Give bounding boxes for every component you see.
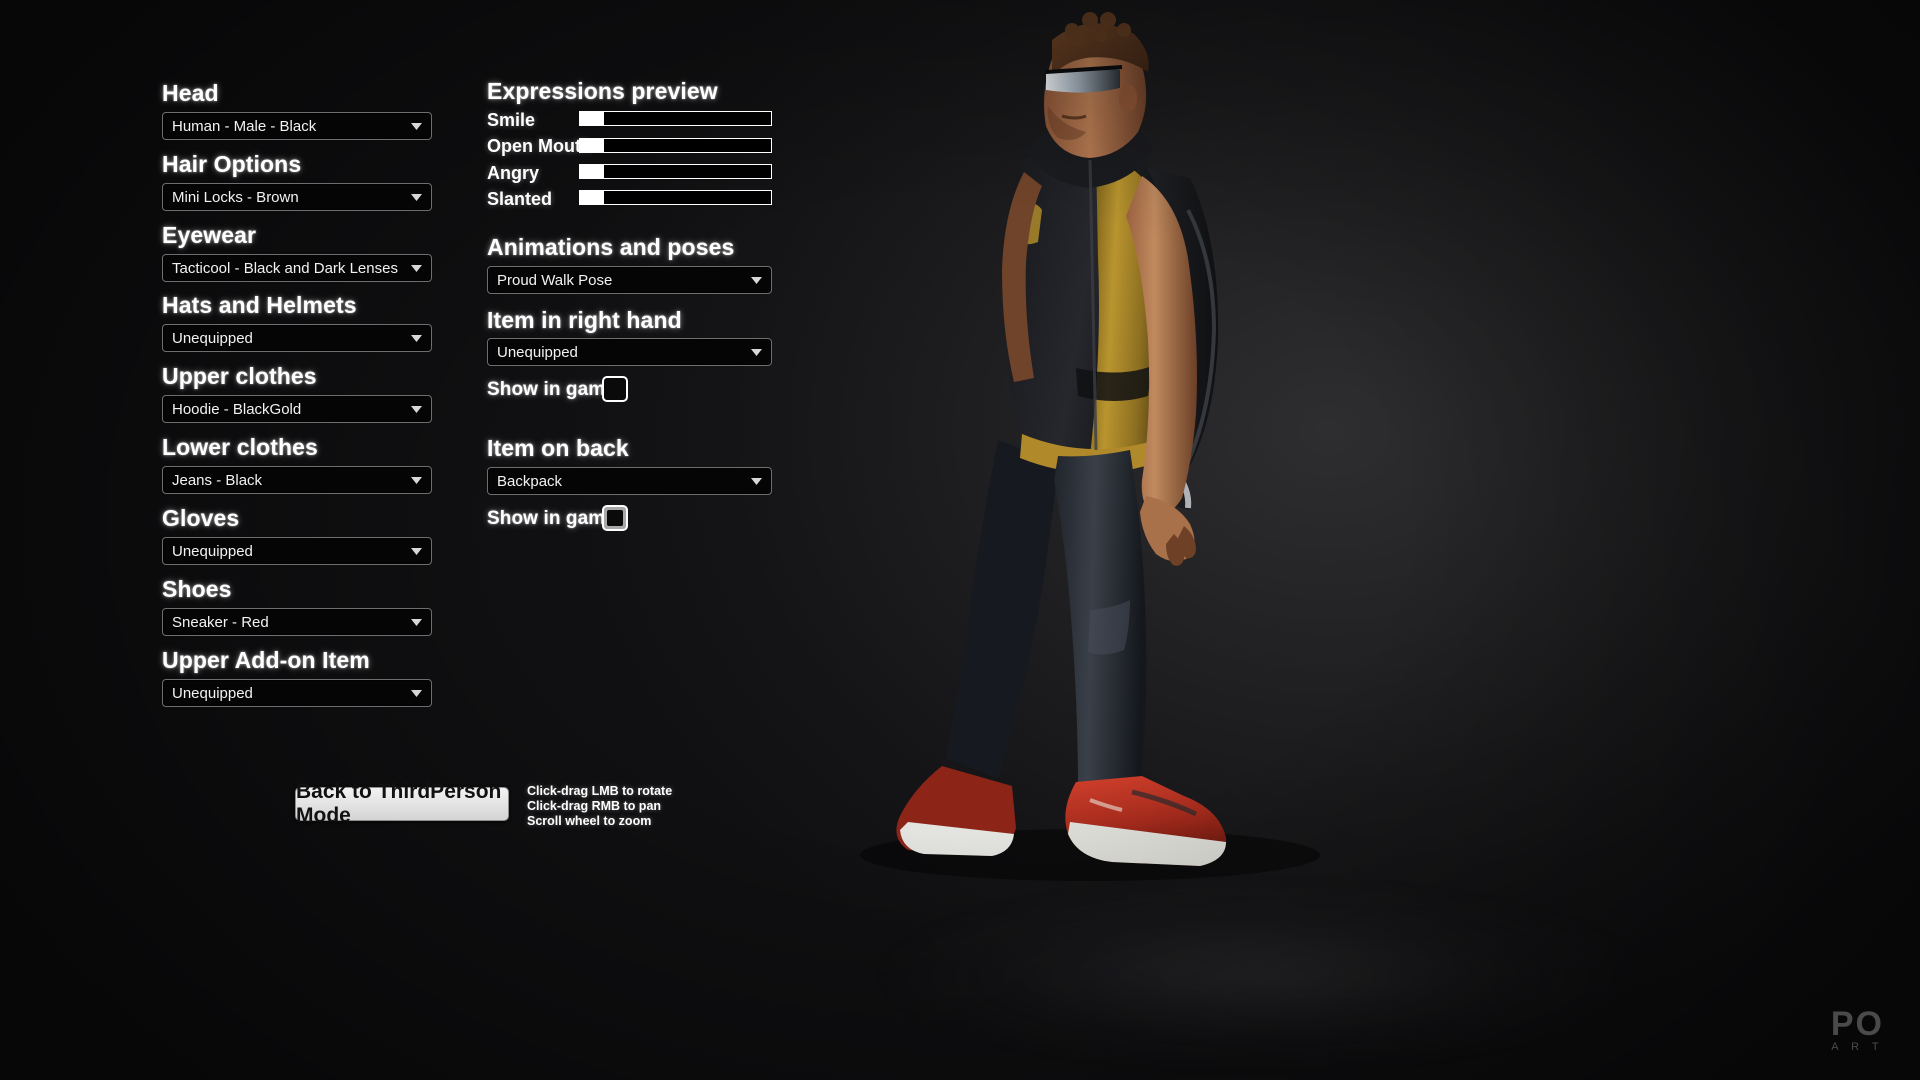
dropdown-eyewear-value: Tacticool - Black and Dark Lenses <box>172 259 398 277</box>
viewport-controls-hint: Click-drag LMB to rotate Click-drag RMB … <box>527 784 672 829</box>
label-hair-options: Hair Options <box>162 151 302 177</box>
chevron-down-icon <box>405 193 427 201</box>
hint-line-rotate: Click-drag LMB to rotate <box>527 784 673 798</box>
label-show-in-game-right-hand: Show in game <box>487 379 616 400</box>
chevron-down-icon <box>405 405 427 413</box>
chevron-down-icon <box>405 122 427 130</box>
label-expressions-preview: Expressions preview <box>487 78 718 104</box>
label-gloves: Gloves <box>162 505 240 531</box>
label-shoes: Shoes <box>162 576 232 602</box>
dropdown-upper-clothes[interactable]: Hoodie - BlackGold <box>162 395 432 423</box>
dropdown-gloves-value: Unequipped <box>172 542 253 560</box>
slider-open-mouth[interactable] <box>579 138 772 153</box>
dropdown-upper-add-on-item-value: Unequipped <box>172 684 253 702</box>
checkbox-inner <box>607 381 623 397</box>
slider-label-angry: Angry <box>487 163 540 183</box>
dropdown-upper-add-on-item[interactable]: Unequipped <box>162 679 432 707</box>
slider-slanted-handle[interactable] <box>580 191 604 204</box>
chevron-down-icon <box>745 477 767 485</box>
character-model <box>860 12 1320 881</box>
watermark: PO A R T <box>1830 1005 1884 1054</box>
dropdown-hats-and-helmets-value: Unequipped <box>172 329 253 347</box>
dropdown-head-value: Human - Male - Black <box>172 117 317 135</box>
chevron-down-icon <box>745 276 767 284</box>
slider-angry-handle[interactable] <box>580 165 604 178</box>
hint-line-zoom: Scroll wheel to zoom <box>527 814 652 828</box>
slider-angry[interactable] <box>579 164 772 179</box>
checkbox-show-in-game-right-hand[interactable] <box>602 376 628 402</box>
slider-smile[interactable] <box>579 111 772 126</box>
label-upper-add-on-item: Upper Add-on Item <box>162 647 370 673</box>
checkbox-show-in-game-back[interactable] <box>602 505 628 531</box>
dropdown-hats-and-helmets[interactable]: Unequipped <box>162 324 432 352</box>
checkbox-inner <box>607 510 623 526</box>
watermark-main: PO <box>1830 1005 1884 1043</box>
chevron-down-icon <box>405 689 427 697</box>
dropdown-animations-and-poses[interactable]: Proud Walk Pose <box>487 266 772 294</box>
label-lower-clothes: Lower clothes <box>162 434 318 460</box>
slider-label-open-mouth: Open Mouth <box>487 136 592 156</box>
label-animations-and-poses: Animations and poses <box>487 234 735 260</box>
dropdown-item-in-right-hand-value: Unequipped <box>497 343 578 361</box>
dropdown-eyewear[interactable]: Tacticool - Black and Dark Lenses <box>162 254 432 282</box>
dropdown-hair-options[interactable]: Mini Locks - Brown <box>162 183 432 211</box>
dropdown-hair-options-value: Mini Locks - Brown <box>172 188 299 206</box>
label-hats-and-helmets: Hats and Helmets <box>162 292 357 318</box>
chevron-down-icon <box>405 618 427 626</box>
dropdown-upper-clothes-value: Hoodie - BlackGold <box>172 400 302 418</box>
label-item-in-right-hand: Item in right hand <box>487 307 682 333</box>
slider-label-smile: Smile <box>487 110 536 130</box>
dropdown-shoes-value: Sneaker - Red <box>172 613 269 631</box>
chevron-down-icon <box>405 334 427 342</box>
dropdown-gloves[interactable]: Unequipped <box>162 537 432 565</box>
label-upper-clothes: Upper clothes <box>162 363 317 389</box>
chevron-down-icon <box>405 264 427 272</box>
chevron-down-icon <box>745 348 767 356</box>
dropdown-lower-clothes[interactable]: Jeans - Black <box>162 466 432 494</box>
chevron-down-icon <box>405 476 427 484</box>
label-eyewear: Eyewear <box>162 222 257 248</box>
slider-open-mouth-handle[interactable] <box>580 139 604 152</box>
label-head: Head <box>162 80 219 106</box>
back-to-thirdperson-mode-button[interactable]: Back to ThirdPerson Mode <box>295 780 509 827</box>
label-item-on-back: Item on back <box>487 435 629 461</box>
dropdown-head[interactable]: Human - Male - Black <box>162 112 432 140</box>
character-customization-screen: Head Human - Male - Black Hair Options M… <box>0 0 1920 1080</box>
watermark-sub: A R T <box>1831 1041 1884 1053</box>
slider-label-slanted: Slanted <box>487 189 553 209</box>
slider-slanted[interactable] <box>579 190 772 205</box>
dropdown-item-in-right-hand[interactable]: Unequipped <box>487 338 772 366</box>
dropdown-shoes[interactable]: Sneaker - Red <box>162 608 432 636</box>
dropdown-item-on-back-value: Backpack <box>497 472 563 490</box>
dropdown-animations-and-poses-value: Proud Walk Pose <box>497 271 613 289</box>
label-show-in-game-back: Show in game <box>487 508 616 529</box>
chevron-down-icon <box>405 547 427 555</box>
dropdown-lower-clothes-value: Jeans - Black <box>172 471 263 489</box>
slider-smile-handle[interactable] <box>580 112 604 125</box>
dropdown-item-on-back[interactable]: Backpack <box>487 467 772 495</box>
hint-line-pan: Click-drag RMB to pan <box>527 799 662 813</box>
